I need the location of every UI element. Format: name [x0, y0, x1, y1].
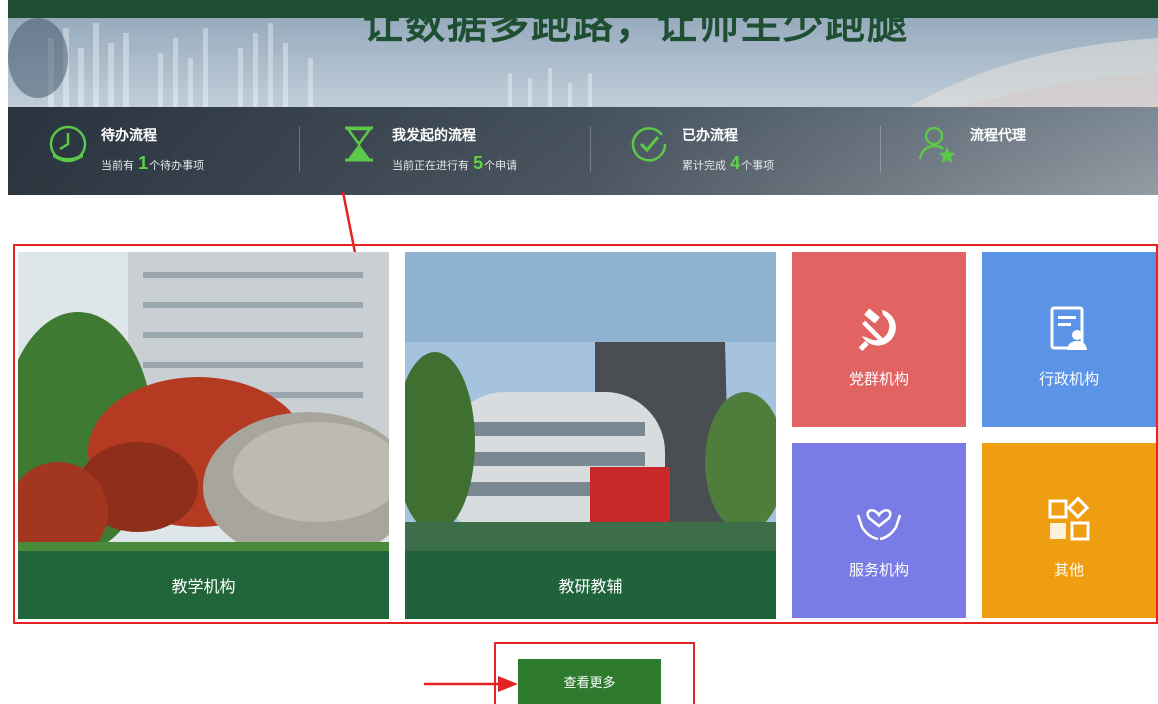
hourglass-icon	[345, 126, 373, 162]
tile-research[interactable]: 教研教辅	[405, 252, 776, 619]
workflow-completed[interactable]: 已办流程 累计完成 4个事项	[628, 107, 774, 185]
tile-label: 服务机构	[848, 562, 909, 579]
tile-admin[interactable]: 行政机构	[982, 252, 1156, 427]
tile-other[interactable]: 其他	[982, 443, 1156, 618]
workflow-pending[interactable]: 待办流程 当前有 1个待办事项	[47, 107, 204, 185]
workflow-summary: 当前正在进行有 5个申请	[392, 153, 518, 173]
initiated-count: 5	[473, 153, 484, 173]
tile-label: 党群机构	[848, 371, 909, 388]
pending-count: 1	[138, 153, 149, 173]
heart-hands-icon	[856, 509, 902, 541]
tile-caption: 教学机构	[18, 551, 389, 619]
annotation-arrow-right	[424, 676, 518, 692]
document-user-icon	[1050, 306, 1087, 350]
divider	[299, 126, 300, 172]
shapes-icon	[1048, 496, 1090, 541]
clock-icon	[49, 125, 87, 163]
workflow-summary: 累计完成 4个事项	[682, 153, 775, 173]
divider	[880, 126, 881, 172]
tile-label: 其他	[1053, 562, 1084, 579]
tile-party[interactable]: 党群机构	[792, 252, 966, 427]
tile-teaching[interactable]: 教学机构	[18, 252, 389, 619]
workflow-title: 我发起的流程	[392, 127, 476, 143]
workflow-title: 流程代理	[970, 127, 1026, 143]
workflow-initiated[interactable]: 我发起的流程 当前正在进行有 5个申请	[338, 107, 517, 185]
view-more-button[interactable]: 查看更多	[518, 659, 661, 704]
tile-service[interactable]: 服务机构	[792, 443, 966, 618]
completed-count: 4	[730, 153, 741, 173]
banner-slogan: 让数据多跑路，让师生少跑腿	[363, 2, 909, 48]
hammer-sickle-icon	[858, 308, 896, 351]
divider	[590, 126, 591, 172]
check-circle-icon	[631, 127, 667, 162]
workflow-proxy[interactable]: 流程代理	[916, 107, 1026, 185]
tile-caption: 教研教辅	[405, 551, 776, 619]
tile-label: 行政机构	[1038, 371, 1099, 388]
workflow-summary: 当前有 1个待办事项	[101, 153, 205, 173]
workflow-title: 待办流程	[101, 127, 157, 143]
workflow-title: 已办流程	[682, 127, 738, 143]
user-star-icon	[918, 126, 955, 163]
